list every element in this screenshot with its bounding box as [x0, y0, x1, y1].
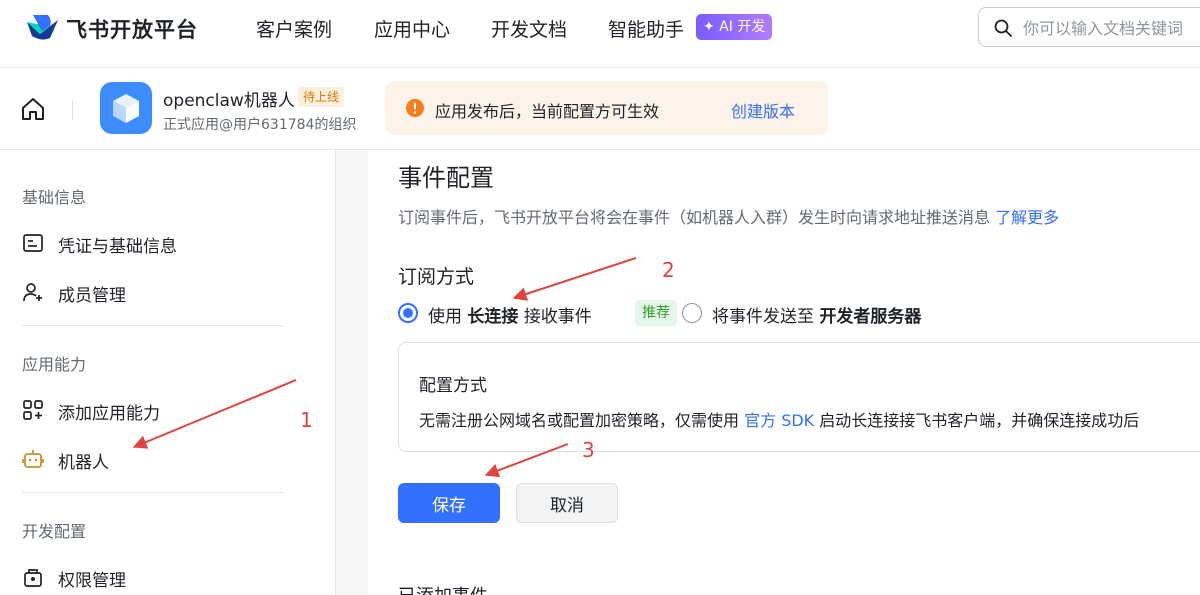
- cancel-button[interactable]: 取消: [516, 483, 618, 523]
- developer-server-label[interactable]: 将事件发送至 开发者服务器: [712, 302, 921, 327]
- credential-icon: [23, 234, 43, 252]
- config-method-text: 无需注册公网域名或配置加密策略，仅需使用 官方 SDK 启动长连接接飞书客户端，…: [419, 411, 1140, 430]
- feishu-logo-icon[interactable]: [24, 12, 60, 44]
- page-title: 事件配置: [398, 164, 494, 192]
- search-icon: [994, 19, 1012, 37]
- sidebar-item-label: 成员管理: [58, 286, 126, 306]
- nav-dev-docs[interactable]: 开发文档: [491, 15, 567, 42]
- status-badge: 待上线: [298, 87, 345, 107]
- sidebar-item-label: 添加应用能力: [58, 404, 160, 424]
- nav-app-center[interactable]: 应用中心: [374, 15, 450, 42]
- app-cube-icon: [100, 82, 152, 134]
- sidebar-divider: [22, 492, 284, 493]
- sidebar-item-label: 凭证与基础信息: [58, 237, 177, 257]
- sidebar-item-members[interactable]: 成员管理: [22, 275, 312, 309]
- recommended-badge: 推荐: [635, 300, 677, 326]
- radio-long-connection[interactable]: [398, 303, 418, 323]
- event-config-panel: 事件配置 订阅事件后，飞书开放平台将会在事件（如机器人入群）发生时向请求地址推送…: [368, 150, 1200, 595]
- annotation-number-3: 3: [582, 438, 595, 462]
- search-box[interactable]: [978, 7, 1200, 47]
- sidebar-divider: [22, 325, 284, 326]
- brand-name[interactable]: 飞书开放平台: [66, 14, 198, 44]
- ai-dev-badge[interactable]: ✦ AI 开发: [696, 14, 773, 40]
- sidebar-item-robot[interactable]: 机器人: [22, 442, 312, 476]
- page-description: 订阅事件后，飞书开放平台将会在事件（如机器人入群）发生时向请求地址推送消息 了解…: [398, 204, 1059, 228]
- add-capability-icon: [23, 400, 43, 420]
- sidebar-item-label: 权限管理: [58, 571, 126, 591]
- robot-icon: [22, 450, 44, 468]
- nav-smart-assistant[interactable]: 智能助手: [608, 15, 684, 42]
- warning-icon: [406, 99, 424, 117]
- publish-notice: 应用发布后，当前配置方可生效 创建版本: [385, 81, 828, 135]
- sidebar: 基础信息 凭证与基础信息 成员管理 应用能力 添加应用能力 机器人 开发配置 权…: [0, 150, 336, 595]
- description-text: 订阅事件后，飞书开放平台将会在事件（如机器人入群）发生时向请求地址推送消息: [398, 208, 991, 227]
- home-icon[interactable]: [20, 96, 46, 122]
- permission-icon: [24, 569, 42, 587]
- content-gutter: [336, 150, 368, 595]
- long-connection-label[interactable]: 使用 长连接 接收事件: [428, 302, 592, 327]
- subscribe-method-options: 使用 长连接 接收事件 推荐 将事件发送至 开发者服务器: [398, 300, 1198, 327]
- nav-customer-cases[interactable]: 客户案例: [256, 15, 332, 42]
- app-organization: 正式应用@用户631784的组织: [163, 117, 357, 133]
- sidebar-group-basic: 基础信息: [22, 188, 87, 207]
- member-add-icon: [23, 283, 42, 302]
- search-input[interactable]: [1023, 16, 1200, 40]
- create-version-link[interactable]: 创建版本: [731, 98, 795, 122]
- annotation-number-1: 1: [300, 408, 313, 432]
- save-button[interactable]: 保存: [398, 483, 500, 523]
- app-header: openclaw机器人 待上线 正式应用@用户631784的组织 应用发布后，当…: [0, 68, 1200, 150]
- radio-developer-server[interactable]: [682, 303, 702, 323]
- config-method-title: 配置方式: [419, 376, 487, 396]
- annotation-number-2: 2: [662, 258, 675, 282]
- notice-text: 应用发布后，当前配置方可生效: [435, 102, 660, 121]
- sidebar-group-dev-config: 开发配置: [22, 522, 87, 541]
- app-name: openclaw机器人: [163, 91, 295, 111]
- sidebar-item-add-capability[interactable]: 添加应用能力: [22, 393, 312, 427]
- divider: [72, 100, 73, 120]
- sidebar-item-permissions[interactable]: 权限管理: [22, 560, 312, 594]
- subscribe-method-title: 订阅方式: [398, 266, 475, 288]
- learn-more-link[interactable]: 了解更多: [995, 208, 1059, 227]
- sidebar-item-credentials[interactable]: 凭证与基础信息: [22, 226, 312, 260]
- added-events-title: 已添加事件: [398, 582, 488, 595]
- config-method-box: 配置方式 无需注册公网域名或配置加密策略，仅需使用 官方 SDK 启动长连接接飞…: [398, 342, 1200, 452]
- sidebar-item-label: 机器人: [58, 453, 109, 473]
- top-navigation: 飞书开放平台 客户案例 应用中心 开发文档 智能助手 ✦ AI 开发: [0, 0, 1200, 68]
- official-sdk-link[interactable]: 官方 SDK: [744, 411, 814, 430]
- sidebar-group-capabilities: 应用能力: [22, 355, 87, 374]
